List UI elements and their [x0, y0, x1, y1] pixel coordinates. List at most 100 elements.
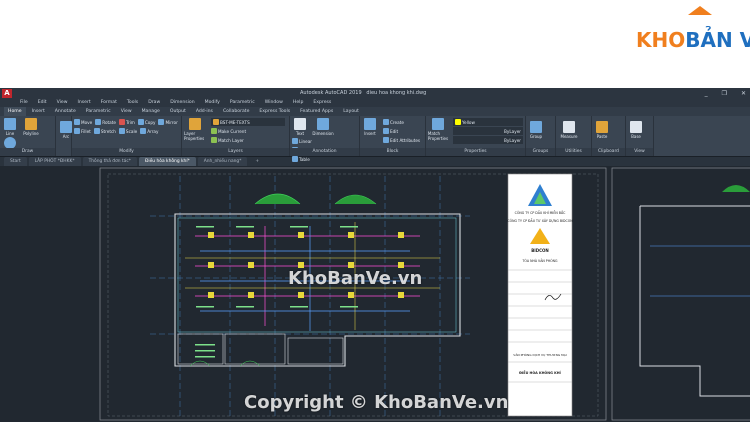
edit-attributes-icon	[383, 137, 389, 143]
linetype-dropdown[interactable]: ByLayer	[453, 127, 523, 135]
doc-tab-4[interactable]: Anh_nhiều nang*	[197, 157, 248, 166]
panel-view-label: View	[626, 148, 653, 156]
polyline-tool[interactable]: Polyline	[23, 118, 39, 136]
menu-dimension[interactable]: Dimension	[170, 99, 194, 107]
match-layer-button[interactable]: Match Layer	[211, 136, 285, 144]
copy-tool[interactable]: Copy	[137, 118, 155, 126]
tab-collaborate[interactable]: Collaborate	[219, 107, 253, 116]
insert-block-button[interactable]: Insert	[362, 118, 378, 144]
trim-tool[interactable]: Trim	[118, 118, 135, 126]
menu-draw[interactable]: Draw	[148, 99, 160, 107]
layer-dropdown[interactable]: BST-ME-TEXTS	[211, 118, 285, 126]
menu-express[interactable]: Express	[313, 99, 331, 107]
measure-button[interactable]: Measure	[558, 121, 580, 139]
arc-icon	[60, 121, 72, 133]
layer-properties-button[interactable]: Layer Properties	[184, 118, 206, 144]
doc-tab-start[interactable]: Start	[4, 157, 27, 166]
copy-icon	[137, 119, 144, 125]
base-view-button[interactable]: Base	[628, 121, 644, 139]
title-block-company2: CÔNG TY CP ĐẦU TƯ XÂY DỰNG BIDCON	[507, 218, 573, 223]
autocad-app-icon[interactable]: A	[2, 89, 12, 98]
color-dropdown[interactable]: Yellow	[453, 118, 523, 126]
tab-home[interactable]: Home	[4, 107, 26, 116]
window-controls: _ ❐ ✕	[705, 88, 746, 99]
move-tool[interactable]: Move	[74, 118, 92, 126]
window-title: Autodesk AutoCAD 2019 dieu hoa khong khi…	[300, 88, 426, 99]
tab-express-tools[interactable]: Express Tools	[255, 107, 294, 116]
line-tool[interactable]: Line	[2, 118, 18, 136]
tab-parametric[interactable]: Parametric	[82, 107, 115, 116]
group-icon	[530, 121, 542, 133]
drawing-canvas[interactable]: CÔNG TY CP DẦU KHÍ MIỀN BẮC CÔNG TY CP Đ…	[0, 166, 750, 422]
tab-manage[interactable]: Manage	[138, 107, 164, 116]
panel-clipboard-label: Clipboard	[592, 148, 625, 156]
house-icon	[688, 6, 712, 15]
logo-part2: BẢN VẼ	[685, 28, 750, 52]
fillet-tool[interactable]: Fillet	[74, 127, 91, 135]
ruler-icon	[563, 121, 575, 133]
linear-icon	[292, 138, 298, 144]
menu-help[interactable]: Help	[293, 99, 303, 107]
panel-layers: Layer Properties BST-ME-TEXTS Make Curre…	[182, 116, 290, 156]
panel-view: Base View	[626, 116, 654, 156]
document-tabs: Start LẮP PHÓT *ĐHKK* Thông thả đơn tác*…	[0, 157, 750, 166]
scale-icon	[118, 128, 125, 134]
doc-tab-active[interactable]: Điều hòa không khí*	[138, 157, 196, 166]
linear-button[interactable]: Linear	[292, 137, 313, 145]
text-icon	[294, 118, 306, 130]
tab-view[interactable]: View	[117, 107, 136, 116]
menu-bar: File Edit View Insert Format Tools Draw …	[0, 99, 750, 107]
tab-featured-apps[interactable]: Featured Apps	[296, 107, 337, 116]
menu-view[interactable]: View	[57, 99, 68, 107]
group-button[interactable]: Group	[528, 121, 544, 139]
create-icon	[383, 119, 389, 125]
tab-annotate[interactable]: Annotate	[51, 107, 80, 116]
new-tab-button[interactable]: +	[249, 157, 265, 166]
insert-block-icon	[364, 118, 376, 130]
tab-layout[interactable]: Layout	[339, 107, 363, 116]
move-icon	[74, 119, 80, 125]
lineweight-dropdown[interactable]: ByLayer	[453, 136, 523, 144]
make-current-icon	[211, 128, 217, 134]
menu-parametric[interactable]: Parametric	[230, 99, 255, 107]
menu-tools[interactable]: Tools	[127, 99, 138, 107]
make-current-button[interactable]: Make Current	[211, 127, 285, 135]
edit-block-button[interactable]: Edit	[383, 127, 420, 135]
paste-button[interactable]: Paste	[594, 121, 610, 139]
ribbon-tabs: Home Insert Annotate Parametric View Man…	[0, 107, 750, 116]
color-swatch	[455, 119, 461, 125]
edit-icon	[383, 128, 389, 134]
scale-tool[interactable]: Scale	[118, 127, 137, 135]
array-tool[interactable]: Array	[140, 127, 158, 135]
doc-tab-1[interactable]: LẮP PHÓT *ĐHKK*	[28, 157, 81, 166]
rotate-tool[interactable]: Rotate	[95, 118, 116, 126]
menu-window[interactable]: Window	[265, 99, 283, 107]
fillet-icon	[74, 128, 80, 134]
tab-insert[interactable]: Insert	[28, 107, 49, 116]
dimension-button[interactable]: Dimension	[312, 118, 334, 136]
panel-clipboard: Paste Clipboard	[592, 116, 626, 156]
panel-draw: Line Polyline Circle Draw	[0, 116, 56, 156]
clipboard-icon	[596, 121, 608, 133]
menu-modify[interactable]: Modify	[205, 99, 220, 107]
tab-addins[interactable]: Add-ins	[192, 107, 217, 116]
maximize-icon[interactable]: ❐	[722, 88, 727, 99]
tab-output[interactable]: Output	[166, 107, 190, 116]
polyline-icon	[25, 118, 37, 130]
match-properties-button[interactable]: Match Properties	[428, 118, 448, 144]
menu-format[interactable]: Format	[101, 99, 117, 107]
minimize-icon[interactable]: _	[705, 88, 708, 99]
mirror-tool[interactable]: Mirror	[158, 118, 178, 126]
doc-tab-2[interactable]: Thông thả đơn tác*	[82, 157, 137, 166]
stretch-tool[interactable]: Stretch	[93, 127, 116, 135]
create-block-button[interactable]: Create	[383, 118, 420, 126]
menu-edit[interactable]: Edit	[38, 99, 47, 107]
text-button[interactable]: Text	[292, 118, 308, 136]
title-block-drawing-name: VĂN PHÒNG DỊCH VỤ THƯƠNG MẠI	[513, 352, 567, 357]
next-sheet-pipes	[650, 245, 750, 297]
close-icon[interactable]: ✕	[741, 88, 746, 99]
edit-attributes-button[interactable]: Edit Attributes	[383, 136, 420, 144]
table-button[interactable]: Table	[292, 155, 313, 163]
menu-file[interactable]: File	[20, 99, 28, 107]
menu-insert[interactable]: Insert	[78, 99, 91, 107]
